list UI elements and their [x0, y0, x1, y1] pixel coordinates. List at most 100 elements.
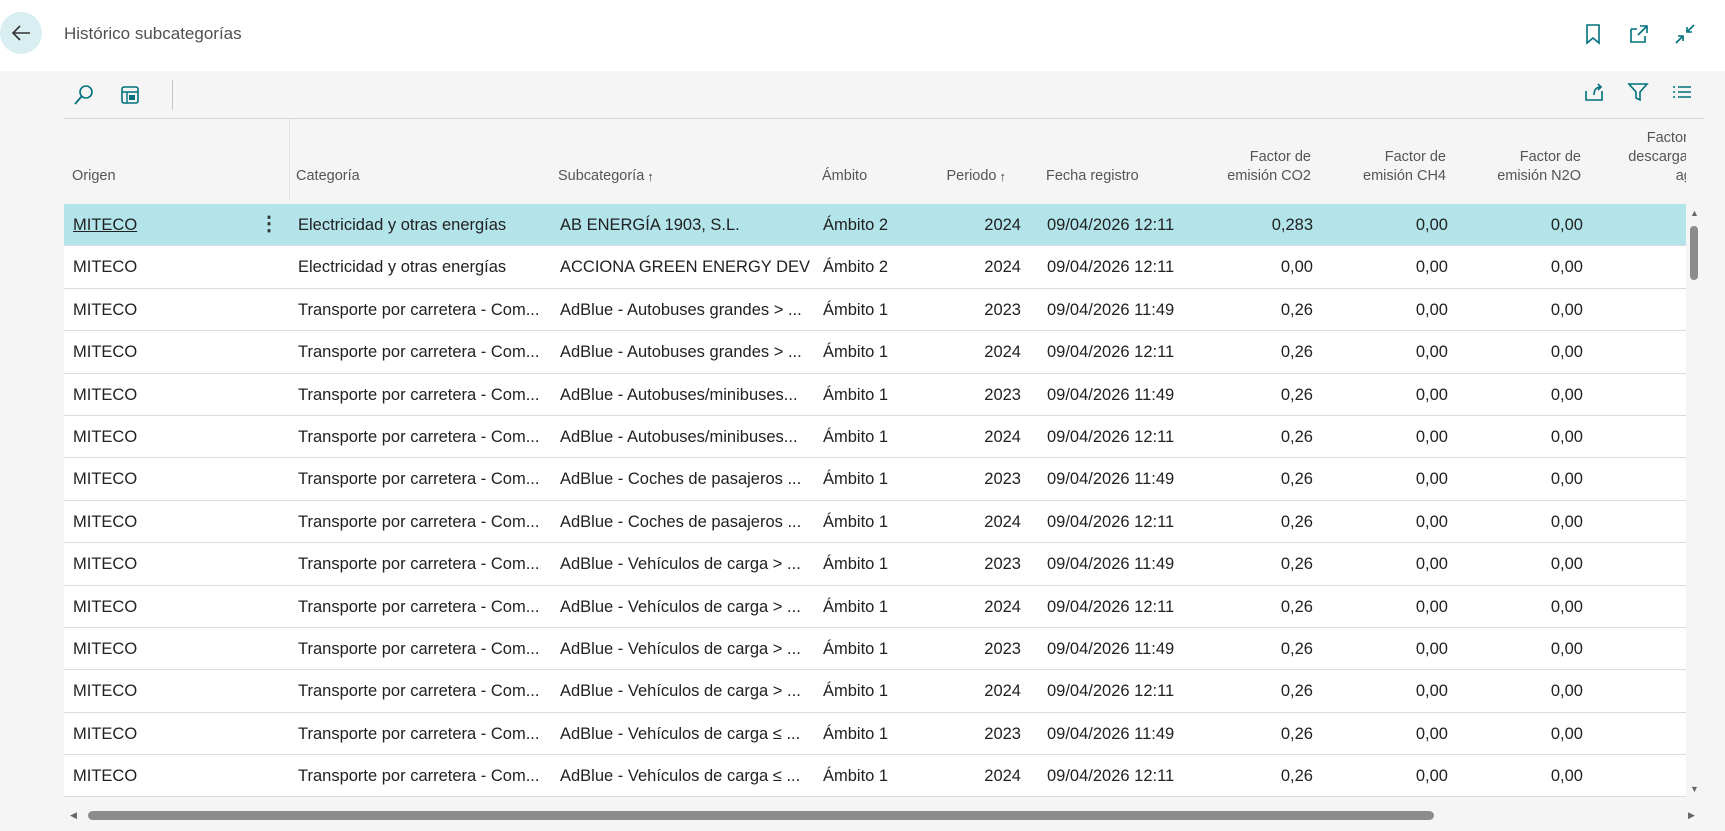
scroll-up-icon[interactable]: ▲ — [1690, 208, 1699, 218]
cell-categoria: Transporte por carretera - Com... — [298, 385, 540, 404]
cell-ch4: 0,00 — [1415, 216, 1448, 234]
col-header-n2o[interactable]: Factor de emisión N2O — [1469, 118, 1581, 200]
cell-ch4: 0,00 — [1415, 385, 1448, 404]
horizontal-scroll-thumb[interactable] — [88, 811, 1434, 820]
table-row[interactable]: MITECO Transporte por carretera - Com...… — [64, 415, 1686, 459]
cell-ambito: Ámbito 1 — [823, 724, 889, 743]
col-header-ambito-label: Ámbito — [822, 168, 868, 184]
table-row[interactable]: MITECO Transporte por carretera - Com...… — [64, 670, 1686, 713]
cell-categoria: Transporte por carretera - Com... — [298, 682, 540, 701]
back-button[interactable] — [0, 12, 42, 54]
cell-categoria: Transporte por carretera - Com... — [298, 470, 540, 489]
search-button[interactable] — [72, 83, 96, 107]
cell-origen[interactable]: MITECO — [73, 374, 253, 416]
col-header-n2o-label: Factor de emisión N2O — [1497, 149, 1581, 184]
cell-n2o: 0,00 — [1550, 216, 1583, 234]
table-row[interactable]: MITECO Transporte por carretera - Com...… — [64, 331, 1686, 374]
table-row[interactable]: MITECO Transporte por carretera - Com...… — [64, 585, 1686, 628]
cell-subcategoria: ACCIONA GREEN ENERGY DEV... — [560, 258, 810, 277]
table-row[interactable]: MITECO Transporte por carretera - Com...… — [64, 373, 1686, 416]
vertical-scrollbar[interactable]: ▲ ▼ — [1686, 204, 1702, 800]
cell-fecha: 09/04/2026 11:49 — [1047, 639, 1175, 658]
table-row[interactable]: MITECO Transporte por carretera - Com...… — [64, 755, 1686, 798]
cell-periodo: 2024 — [984, 682, 1021, 701]
cell-origen[interactable]: MITECO — [73, 755, 253, 797]
cell-co2: 0,283 — [1271, 216, 1313, 234]
table-row[interactable]: MITECO Transporte por carretera - Com...… — [64, 288, 1686, 332]
scroll-down-icon[interactable]: ▼ — [1690, 784, 1699, 794]
row-actions-icon[interactable]: ⋮ — [259, 204, 279, 246]
cell-co2: 0,26 — [1280, 470, 1313, 489]
cell-origen[interactable]: MITECO — [73, 204, 253, 246]
col-header-fecha-label: Fecha registro — [1046, 168, 1139, 184]
cell-co2: 0,26 — [1280, 724, 1313, 743]
cell-fecha: 09/04/2026 12:11 — [1047, 682, 1175, 701]
table-row[interactable]: MITECO Transporte por carretera - Com...… — [64, 500, 1686, 544]
cell-ch4: 0,00 — [1415, 682, 1448, 701]
cell-origen[interactable]: MITECO — [73, 543, 253, 585]
cell-origen[interactable]: MITECO — [73, 670, 253, 712]
col-header-categoria-label: Categoría — [296, 168, 360, 184]
collapse-button[interactable] — [1673, 22, 1697, 46]
filter-button[interactable] — [1626, 80, 1650, 104]
cell-n2o: 0,00 — [1550, 470, 1583, 489]
filter-icon — [1627, 83, 1649, 102]
vertical-scroll-thumb[interactable] — [1690, 226, 1698, 280]
col-header-ch4[interactable]: Factor de emisión CH4 — [1334, 118, 1446, 200]
cell-categoria: Electricidad y otras energías — [298, 216, 507, 234]
cell-periodo: 2023 — [984, 724, 1021, 743]
cell-fecha: 09/04/2026 12:11 — [1047, 427, 1175, 446]
cell-categoria: Electricidad y otras energías — [298, 258, 507, 277]
cell-origen[interactable]: MITECO — [73, 713, 253, 755]
col-header-co2[interactable]: Factor de emisión CO2 — [1204, 118, 1311, 200]
table-row[interactable]: MITECO Transporte por carretera - Com...… — [64, 627, 1686, 671]
cell-origen[interactable]: MITECO — [73, 289, 253, 331]
table-row[interactable]: MITECO Electricidad y otras energías ACC… — [64, 246, 1686, 289]
list-view-button[interactable] — [1670, 80, 1694, 104]
cell-origen[interactable]: MITECO — [73, 501, 253, 543]
cell-periodo: 2024 — [984, 767, 1021, 786]
table-row[interactable]: MITECO Transporte por carretera - Com...… — [64, 543, 1686, 586]
cell-subcategoria: AdBlue - Coches de pasajeros ... — [560, 470, 802, 489]
col-header-co2-label: Factor de emisión CO2 — [1227, 149, 1311, 184]
cell-co2: 0,26 — [1280, 300, 1313, 319]
cell-categoria: Transporte por carretera - Com... — [298, 512, 540, 531]
table-row[interactable]: MITECO Transporte por carretera - Com...… — [64, 712, 1686, 756]
open-in-new-window-button[interactable] — [1627, 22, 1651, 46]
col-header-categoria[interactable]: Categoría — [296, 118, 536, 200]
col-header-subcategoria[interactable]: Subcategoría ↑ — [558, 118, 798, 200]
layout-button[interactable] — [118, 83, 142, 107]
col-header-descarga[interactable]: Factor de descarga en agua — [1604, 118, 1686, 200]
cell-periodo: 2024 — [984, 258, 1021, 277]
col-header-origen[interactable]: Origen — [72, 118, 272, 200]
cell-fecha: 09/04/2026 12:11 — [1047, 597, 1175, 616]
cell-ambito: Ámbito 1 — [823, 427, 889, 446]
scroll-right-icon[interactable]: ▶ — [1688, 810, 1695, 821]
cell-origen[interactable]: MITECO — [73, 458, 253, 500]
share-button[interactable] — [1582, 80, 1606, 104]
col-header-ambito[interactable]: Ámbito — [822, 118, 932, 200]
horizontal-scrollbar[interactable]: ◀ ▶ — [64, 805, 1704, 825]
col-header-fecha-registro[interactable]: Fecha registro — [1046, 118, 1206, 200]
cell-n2o: 0,00 — [1550, 682, 1583, 701]
cell-ch4: 0,00 — [1415, 555, 1448, 574]
cell-fecha: 09/04/2026 11:49 — [1047, 385, 1175, 404]
scroll-left-icon[interactable]: ◀ — [70, 810, 77, 821]
cell-n2o: 0,00 — [1550, 639, 1583, 658]
cell-origen[interactable]: MITECO — [73, 246, 253, 288]
open-in-new-window-icon — [1630, 25, 1648, 43]
cell-origen[interactable]: MITECO — [73, 628, 253, 670]
col-header-periodo[interactable]: Periodo ↑ — [924, 118, 1006, 200]
table-row[interactable]: MITECO Transporte por carretera - Com...… — [64, 458, 1686, 501]
cell-origen[interactable]: MITECO — [73, 416, 253, 458]
bookmark-button[interactable] — [1581, 22, 1605, 46]
cell-ch4: 0,00 — [1415, 724, 1448, 743]
cell-n2o: 0,00 — [1550, 512, 1583, 531]
cell-origen[interactable]: MITECO — [73, 586, 253, 628]
cell-ambito: Ámbito 1 — [823, 343, 889, 362]
page-title: Histórico subcategorías — [64, 24, 242, 43]
cell-origen[interactable]: MITECO — [73, 331, 253, 373]
table-row[interactable]: MITECO ⋮ Electricidad y otras energías A… — [64, 204, 1686, 247]
cell-periodo: 2023 — [984, 300, 1021, 319]
cell-subcategoria: AdBlue - Autobuses/minibuses... — [560, 385, 798, 404]
